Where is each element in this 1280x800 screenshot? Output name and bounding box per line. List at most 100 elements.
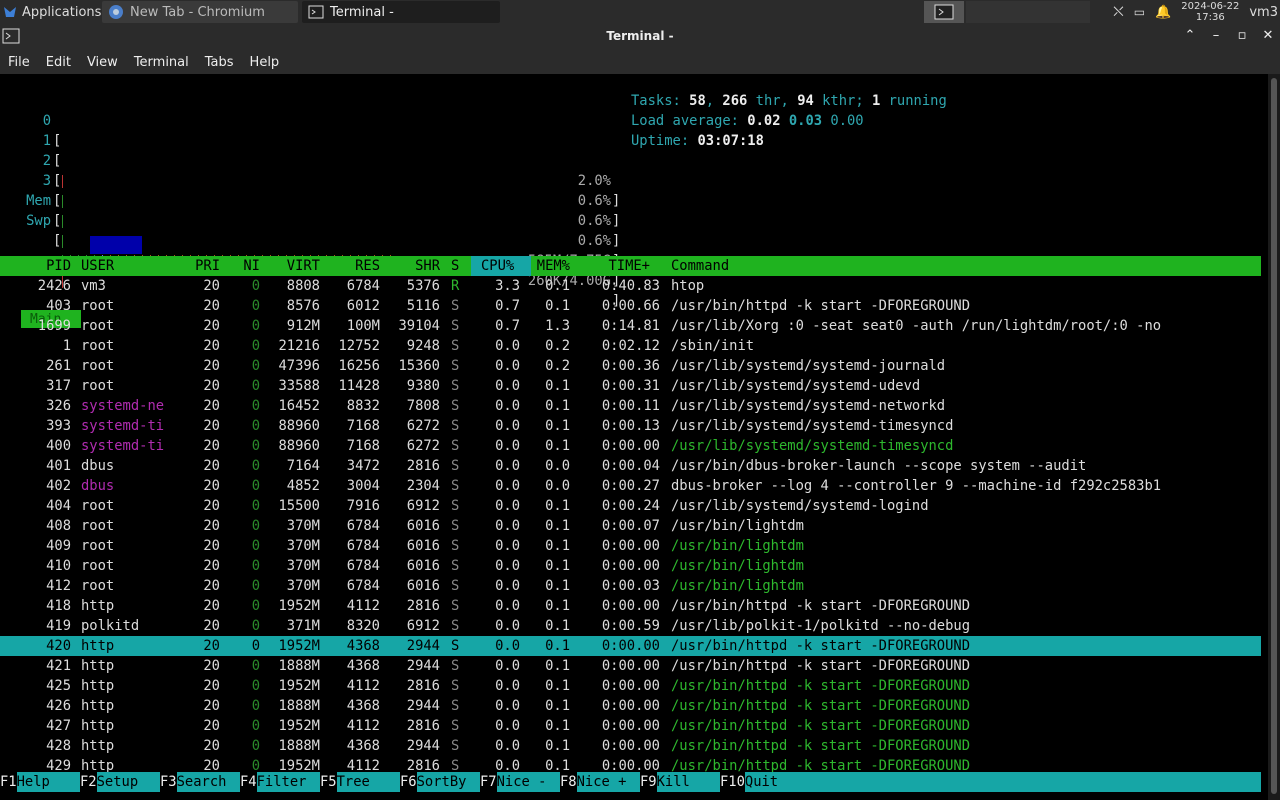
clock[interactable]: 2024-06-22 17:36 [1181,1,1239,23]
cell-pid: 420 [46,638,71,654]
table-row[interactable]: 401 dbus 20 0 7164 3472 2816 S 0.0 0.0 0:00.04/usr… [0,456,1261,476]
table-row[interactable]: 408 root 20 0 370M 6784 6016 S 0.0 0.1 0:00.07/usr… [0,516,1261,536]
fkey-f2[interactable]: F2 [80,772,97,792]
column-header-time[interactable]: TIME+ [608,256,650,276]
column-header-mem[interactable]: MEM% [537,256,570,276]
cell-user: http [81,638,115,654]
scrollbar-thumb[interactable] [1271,78,1277,794]
chevron-up-icon[interactable]: ⌃ [1182,28,1198,44]
table-row[interactable]: 426 http 20 0 1888M 4368 2944 S 0.0 0.1 0:00.00/us… [0,696,1261,716]
table-row[interactable]: 427 http 20 0 1952M 4112 2816 S 0.0 0.1 0:00.00/us… [0,716,1261,736]
table-row[interactable]: 326 systemd-ne 20 0 16452 8832 7808 S 0.0 0.1 0:00… [0,396,1261,416]
table-row[interactable]: 419 polkitd 20 0 371M 8320 6912 S 0.0 0.1 0:00.59 /… [0,616,1261,636]
menu-view[interactable]: View [79,55,126,70]
menu-help[interactable]: Help [242,55,288,70]
table-row[interactable]: 421 http 20 0 1888M 4368 2944 S 0.0 0.1 0:00.00/us… [0,656,1261,676]
battery-icon[interactable]: ▭ [1134,5,1145,19]
taskbar-item-chromium[interactable]: New Tab - Chromium [102,1,298,23]
table-row[interactable]: 1699 root 20 0 912M 100M 39104 S 0.7 1.3 0:14.81/u… [0,316,1261,336]
fkey-f8-label[interactable]: Nice + [576,772,640,792]
menu-edit[interactable]: Edit [38,55,79,70]
table-row[interactable]: 1 root 20 0 21216 12752 9248 S 0.0 0.2 0:02.12/sbi… [0,336,1261,356]
cell-pid: 408 [46,518,71,534]
cell-cpu: 0.0 [495,358,520,374]
table-row[interactable]: 418 http 20 0 1952M 4112 2816 S 0.0 0.1 0:00.00/us… [0,596,1261,616]
fkey-f1-label[interactable]: Help [16,772,80,792]
fkey-f3-label[interactable]: Search [176,772,240,792]
fkey-f2-label[interactable]: Setup [96,772,160,792]
column-header-shr[interactable]: SHR [415,256,440,276]
cell-cmd: /usr/lib/systemd/systemd-udevd [671,378,921,394]
close-icon[interactable]: ✕ [1260,28,1276,44]
column-header-cpu[interactable]: CPU% [471,256,531,276]
user-menu[interactable]: vm3 [1249,5,1278,20]
cell-pri: 20 [203,378,220,394]
table-row[interactable]: 393 systemd-ti 20 0 88960 7168 6272 S 0.0 0.1 0:00… [0,416,1261,436]
column-header-user[interactable]: USER [81,256,114,276]
column-header-command[interactable]: Command [671,256,729,276]
table-row[interactable]: 403 root 20 0 8576 6012 5116 S 0.7 0.1 0:00.66/usr… [0,296,1261,316]
table-row[interactable]: 261 root 20 0 47396 16256 15360 S 0.0 0.2 0:00.36 /… [0,356,1261,376]
tab-io[interactable] [90,236,142,254]
column-header-s[interactable]: S [451,256,459,276]
terminal-area[interactable]: 0 [ 2.0% ] 1 [ 0.6% ] 2 [ 0.6% ] 3 [ 0.6… [0,74,1268,800]
cell-cpu: 0.7 [495,298,520,314]
cell-user: root [81,498,115,514]
fkey-f7-label[interactable]: Nice - [496,772,560,792]
table-row[interactable]: 2426 vm3 20 0 8808 6784 5376 R 3.3 0.1 0:40.83 htop [0,276,1261,296]
fkey-f9[interactable]: F9 [640,772,657,792]
scrollbar[interactable] [1268,74,1280,800]
workspace-2[interactable] [966,1,1090,23]
menu-tabs[interactable]: Tabs [197,55,242,70]
table-row[interactable]: 402 dbus 20 0 4852 3004 2304 S 0.0 0.0 0:00.27 dbus… [0,476,1261,496]
table-row[interactable]: 412 root 20 0 370M 6784 6016 S 0.0 0.1 0:00.03/usr… [0,576,1261,596]
fkey-f3[interactable]: F3 [160,772,177,792]
cpu-meter-2: 2 [ 0.6% ] [0,131,621,249]
cell-shr: 6016 [406,558,440,574]
table-row[interactable]: 425 http 20 0 1952M 4112 2816 S 0.0 0.1 0:00.00/us… [0,676,1261,696]
fkey-f1[interactable]: F1 [0,772,17,792]
fkey-f7[interactable]: F7 [480,772,497,792]
minimize-icon[interactable]: – [1208,28,1224,44]
fkey-f10[interactable]: F10 [720,772,745,792]
cell-cmd: /usr/bin/httpd -k start -DFOREGROUND [671,658,971,674]
cell-s: S [451,598,460,614]
taskbar-item-terminal[interactable]: Terminal - [302,1,500,23]
cell-cmd: /usr/bin/httpd -k start -DFOREGROUND [671,598,971,614]
applications-menu[interactable]: Applications [2,0,101,24]
network-off-icon[interactable]: ⛌ [1113,4,1123,20]
workspace-1[interactable] [924,1,964,23]
fkey-f6[interactable]: F6 [400,772,417,792]
cell-user: http [81,718,115,734]
menu-file[interactable]: File [0,55,38,70]
fkey-f9-label[interactable]: Kill [656,772,720,792]
menu-terminal[interactable]: Terminal [126,55,197,70]
cell-s: S [451,618,460,634]
fkey-f10-label[interactable]: Quit [744,772,1261,792]
cell-pri: 20 [203,518,220,534]
column-header-virt[interactable]: VIRT [287,256,320,276]
table-row[interactable]: 428 http 20 0 1888M 4368 2944 S 0.0 0.1 0:00.00/us… [0,736,1261,756]
fkey-f5-label[interactable]: Tree [336,772,400,792]
running-label: running [888,93,947,109]
cell-shr: 6016 [406,578,440,594]
column-header-ni[interactable]: NI [243,256,260,276]
table-row[interactable]: 409 root 20 0 370M 6784 6016 S 0.0 0.1 0:00.00/usr… [0,536,1261,556]
table-row[interactable]: 410 root 20 0 370M 6784 6016 S 0.0 0.1 0:00.00/usr… [0,556,1261,576]
table-row[interactable]: 420 http 20 0 1952M 4368 2944 S 0.0 0.1 0:00.00/us… [0,636,1261,656]
table-row[interactable]: 317 root 20 0 33588 11428 9380 S 0.0 0.1 0:00.31/u… [0,376,1261,396]
fkey-f4[interactable]: F4 [240,772,257,792]
fkey-f5[interactable]: F5 [320,772,337,792]
column-header-res[interactable]: RES [355,256,380,276]
column-header-pri[interactable]: PRI [195,256,220,276]
maximize-icon[interactable]: ▫ [1234,28,1250,44]
cell-pid: 404 [46,498,71,514]
cell-pri: 20 [203,698,220,714]
fkey-f8[interactable]: F8 [560,772,577,792]
table-row[interactable]: 404 root 20 0 15500 7916 6912 S 0.0 0.1 0:00.24/us… [0,496,1261,516]
column-header-pid[interactable]: PID [46,256,71,276]
bell-icon[interactable]: 🔔 [1155,5,1171,20]
table-row[interactable]: 400 systemd-ti 20 0 88960 7168 6272 S 0.0 0.1 0:00… [0,436,1261,456]
fkey-f6-label[interactable]: SortBy [416,772,480,792]
fkey-f4-label[interactable]: Filter [256,772,320,792]
